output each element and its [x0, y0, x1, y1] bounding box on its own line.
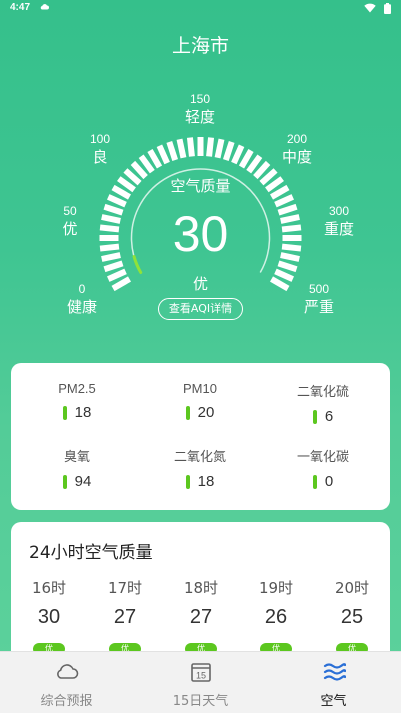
pollutant-o3: 臭氧 94 [17, 446, 137, 490]
scale-label-100: 100 良 [89, 132, 111, 167]
status-bar: 4:47 [0, 0, 401, 18]
pollutant-value: 6 [324, 408, 334, 425]
gauge-tick [176, 138, 187, 159]
hour-label: 16时 [31, 579, 67, 597]
gauge-tick [147, 149, 163, 169]
gauge-tick [186, 137, 195, 157]
pollutant-card: PM2.5 18 PM10 20 二氧化硫 6 臭氧 94 二氧化氮 18 一氧… [11, 363, 390, 510]
pollutant-name: 一氧化碳 [296, 449, 349, 464]
pollutant-pm25: PM2.5 18 [17, 381, 137, 421]
pollutant-value: 20 [197, 404, 215, 421]
pollutant-name: 臭氧 [63, 449, 90, 464]
svg-text:15: 15 [195, 671, 205, 681]
hour-item: 20时 25 优 [322, 577, 382, 655]
nav-label: 15日天气 [172, 694, 229, 709]
gauge-tick [214, 138, 225, 159]
nav-label: 综合预报 [40, 694, 93, 709]
pollutant-value: 94 [74, 473, 92, 490]
pollutant-value: 0 [324, 473, 334, 490]
gauge-tick [138, 154, 155, 174]
nav-label: 空气 [320, 694, 347, 709]
battery-icon [384, 3, 391, 14]
pollutant-co: 一氧化碳 0 [263, 446, 383, 490]
gauge-tick [166, 141, 179, 161]
gauge-tick [246, 154, 263, 174]
wifi-icon [364, 3, 376, 13]
gauge-tick [103, 260, 124, 273]
level-bar [185, 405, 190, 420]
hour-value: 26 [264, 606, 288, 628]
aqi-detail-button[interactable]: 查看AQI详情 [158, 298, 243, 320]
hour-item: 18时 27 优 [171, 577, 231, 655]
pollutant-value: 18 [197, 473, 215, 490]
level-bar [312, 409, 317, 424]
aqi-level: 优 [192, 275, 208, 293]
calendar-15-icon: 15 [190, 663, 211, 682]
gauge-tick [107, 194, 127, 208]
nav-tab-air[interactable]: 空气 [267, 652, 400, 713]
cloud-icon [56, 664, 78, 679]
hour-value: 25 [340, 606, 364, 628]
hour-value: 30 [37, 606, 61, 628]
hour-label: 20时 [334, 579, 370, 597]
hour-value: 27 [189, 606, 213, 628]
pollutant-name: PM2.5 [58, 381, 96, 396]
gauge-tick [238, 149, 254, 169]
status-time: 4:47 [10, 2, 31, 13]
aqi-value: 30 [172, 206, 229, 262]
hour-label: 19时 [258, 579, 294, 597]
city-title[interactable]: 上海市 [0, 31, 401, 58]
pollutant-value: 18 [74, 404, 92, 421]
level-bar [62, 474, 67, 489]
pollutant-pm10: PM10 20 [140, 381, 260, 421]
gauge-tick [274, 194, 294, 208]
pollutant-name: PM10 [183, 381, 217, 396]
hourly-aqi-card[interactable]: 24小时空气质量 16时 30 优 17时 27 优 18时 27 优 19时 … [11, 522, 390, 662]
hour-item: 16时 30 优 [19, 577, 79, 655]
level-bar [312, 474, 317, 489]
wind-waves-icon [323, 663, 346, 681]
gauge-tick [156, 144, 170, 165]
hour-label: 17时 [107, 579, 143, 597]
pollutant-so2: 二氧化硫 6 [263, 381, 383, 425]
pollutant-name: 二氧化硫 [296, 384, 349, 399]
gauge-tick [277, 260, 298, 273]
gauge-tick [222, 141, 235, 161]
level-bar [185, 474, 190, 489]
scale-label-200: 200 中度 [281, 132, 312, 167]
nav-tab-forecast[interactable]: 综合预报 [0, 652, 133, 713]
hour-item: 19时 26 优 [246, 577, 306, 655]
cloud-notification-icon [40, 4, 49, 10]
gauge-tick [206, 137, 215, 157]
pollutant-no2: 二氧化氮 18 [140, 446, 260, 490]
scale-label-150: 150 轻度 [184, 92, 215, 127]
gauge-title: 空气质量 [170, 177, 231, 195]
level-bar [62, 405, 67, 420]
pollutant-name: 二氧化氮 [173, 449, 226, 464]
bottom-nav: 综合预报 15 15日天气 空气 [0, 651, 401, 713]
hour-label: 18时 [183, 579, 219, 597]
gauge-tick [231, 144, 245, 165]
hour-item: 17时 27 优 [95, 577, 155, 655]
nav-tab-15day[interactable]: 15 15日天气 [134, 652, 267, 713]
hourly-title: 24小时空气质量 [29, 543, 153, 563]
hour-value: 27 [113, 606, 137, 628]
